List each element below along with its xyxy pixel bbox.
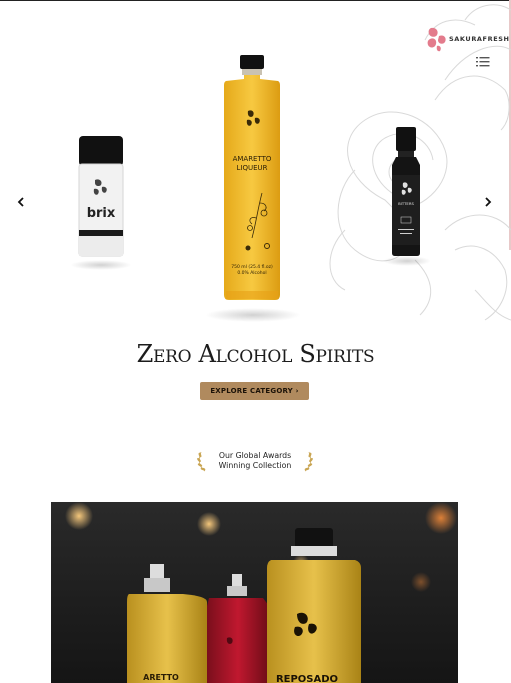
brand-name: SAKURAFRESH [449,35,510,43]
awards-line1: Our Global Awards [218,451,292,460]
amaretto-label-line1: AMARETTO [233,155,272,163]
awards-badge: Our Global Awards Winning Collection [196,448,314,474]
chevron-right-icon [485,197,492,207]
laurel-right-icon [304,451,313,472]
laurel-left-icon [197,451,206,472]
chevron-left-icon [17,197,24,207]
product-amaretto-bottle[interactable]: AMARETTO LIQUEUR 750 ml (25.4 fl.oz) 0.0… [222,53,282,303]
product-shadow [205,308,301,322]
product-shadow [383,256,431,266]
brand-logo[interactable]: SAKURAFRESH [426,26,510,52]
bitters-label: BITTERS [398,201,414,206]
awards-text: Our Global Awards Winning Collection [210,451,300,471]
amaretto-label-line2: LIQUEUR [236,164,267,172]
carousel-next-button[interactable] [480,194,496,210]
explore-category-button[interactable]: EXPLORE CATEGORY › [200,382,309,400]
amaretto-volume-line1: 750 ml (25.4 fl.oz) [231,264,273,270]
sakura-logo-icon [427,27,446,52]
product-brix-jar[interactable]: brix [77,134,125,260]
brix-label: brix [87,206,116,221]
hero-bottle-label: REPOSADO [276,674,338,683]
category-headline: Zero Alcohol Spirits [136,340,375,368]
hero-bottles-illustration: ARETTO REPOSADO [65,502,457,683]
hamburger-menu-icon[interactable] [476,56,490,68]
hero-left-bottle-label: ARETTO [143,673,179,682]
hero-product-image: ARETTO REPOSADO [51,502,458,683]
amaretto-volume-line2: 0.0% Alcohol [237,270,266,276]
carousel-prev-button[interactable] [13,194,29,210]
awards-line2: Winning Collection [218,461,292,470]
product-bitters-bottle[interactable]: BITTERS [388,125,424,257]
product-shadow [70,260,132,270]
